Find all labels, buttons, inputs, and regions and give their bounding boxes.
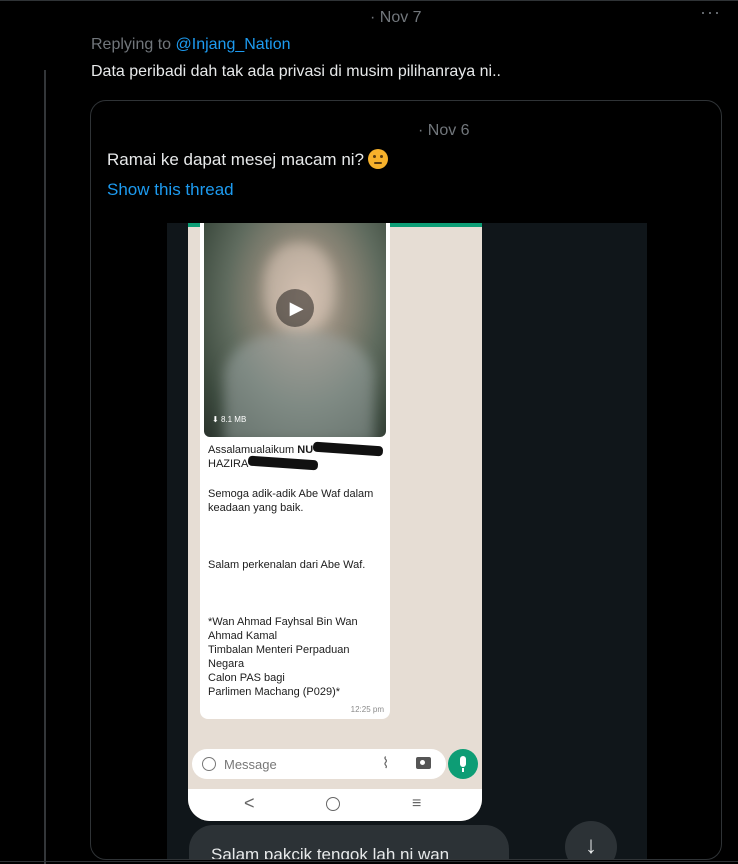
tweet-text: Data peribadi dah tak ada privasi di mus… <box>91 63 501 80</box>
video-thumbnail: ▶ ⬇ 8.1 MB <box>204 223 386 437</box>
top-divider <box>0 0 738 1</box>
arrow-down-icon: ↓ <box>565 821 617 859</box>
nav-back-icon: < <box>244 793 255 813</box>
thread-line <box>44 70 46 864</box>
signature-line: Calon PAS bagi <box>208 672 285 684</box>
android-nav-bar: < ≡ <box>188 789 482 821</box>
phone-screenshot: ▶ ⬇ 8.1 MB Assalamualaikum NU HAZIRA Semo… <box>188 223 482 821</box>
replying-handle-link[interactable]: @Injang_Nation <box>176 36 291 53</box>
camera-icon <box>416 757 431 769</box>
redaction-scribble <box>312 441 384 457</box>
redaction-scribble <box>248 455 319 471</box>
replying-to: Replying to @Injang_Nation <box>91 36 290 54</box>
tweet-date[interactable]: · Nov 7 <box>370 9 422 27</box>
message-signature: *Wan Ahmad Fayhsal Bin Wan Ahmad Kamal T… <box>208 615 384 699</box>
greeting-line2-partial: HAZIRA <box>208 458 249 470</box>
greeting-text: Assalamualaikum <box>208 444 295 456</box>
quoted-tweet-text: Ramai ke dapat mesej macam ni? <box>107 149 389 170</box>
caption-overlay: Salam pakcik tengok lah ni wan <box>189 825 509 860</box>
nav-home-icon <box>326 797 340 811</box>
signature-line: *Wan Ahmad Fayhsal Bin Wan Ahmad Kamal <box>208 616 358 642</box>
video-size-label: 8.1 MB <box>220 415 247 424</box>
emoji-icon <box>202 757 216 771</box>
message-time: 12:25 pm <box>350 705 384 714</box>
more-options-icon[interactable]: ··· <box>700 2 721 23</box>
tweet-media-image[interactable]: ▶ ⬇ 8.1 MB Assalamualaikum NU HAZIRA Semo… <box>167 223 647 860</box>
mic-icon <box>448 749 478 779</box>
message-bubble: ▶ ⬇ 8.1 MB Assalamualaikum NU HAZIRA Semo… <box>200 223 390 719</box>
video-size: ⬇ 8.1 MB <box>212 415 247 424</box>
bottom-divider <box>0 861 738 862</box>
composer-placeholder: Message <box>224 757 277 772</box>
quoted-tweet-text-content: Ramai ke dapat mesej macam ni? <box>107 150 365 169</box>
caption-text: Salam pakcik tengok lah ni wan <box>211 845 450 860</box>
signature-line: Parlimen Machang (P029)* <box>208 686 341 698</box>
greeting-name-partial: NU <box>297 444 314 456</box>
message-greeting: Assalamualaikum NU HAZIRA <box>208 441 384 471</box>
message-composer: Message ⌇ <box>192 749 446 779</box>
message-intro: Salam perkenalan dari Abe Waf. <box>208 559 366 571</box>
message-wellwish: Semoga adik-adik Abe Waf dalam keadaan y… <box>208 488 374 514</box>
signature-line: Timbalan Menteri Perpaduan Negara <box>208 644 350 670</box>
quoted-tweet-date[interactable]: · Nov 6 <box>418 122 470 140</box>
quoted-tweet[interactable]: · Nov 6 Ramai ke dapat mesej macam ni? S… <box>90 100 722 860</box>
attach-icon: ⌇ <box>382 755 390 772</box>
replying-prefix: Replying to <box>91 36 176 53</box>
show-thread-link[interactable]: Show this thread <box>107 180 234 200</box>
nav-recents-icon: ≡ <box>412 795 422 812</box>
thinking-face-icon <box>368 149 389 169</box>
play-icon: ▶ <box>276 289 314 327</box>
